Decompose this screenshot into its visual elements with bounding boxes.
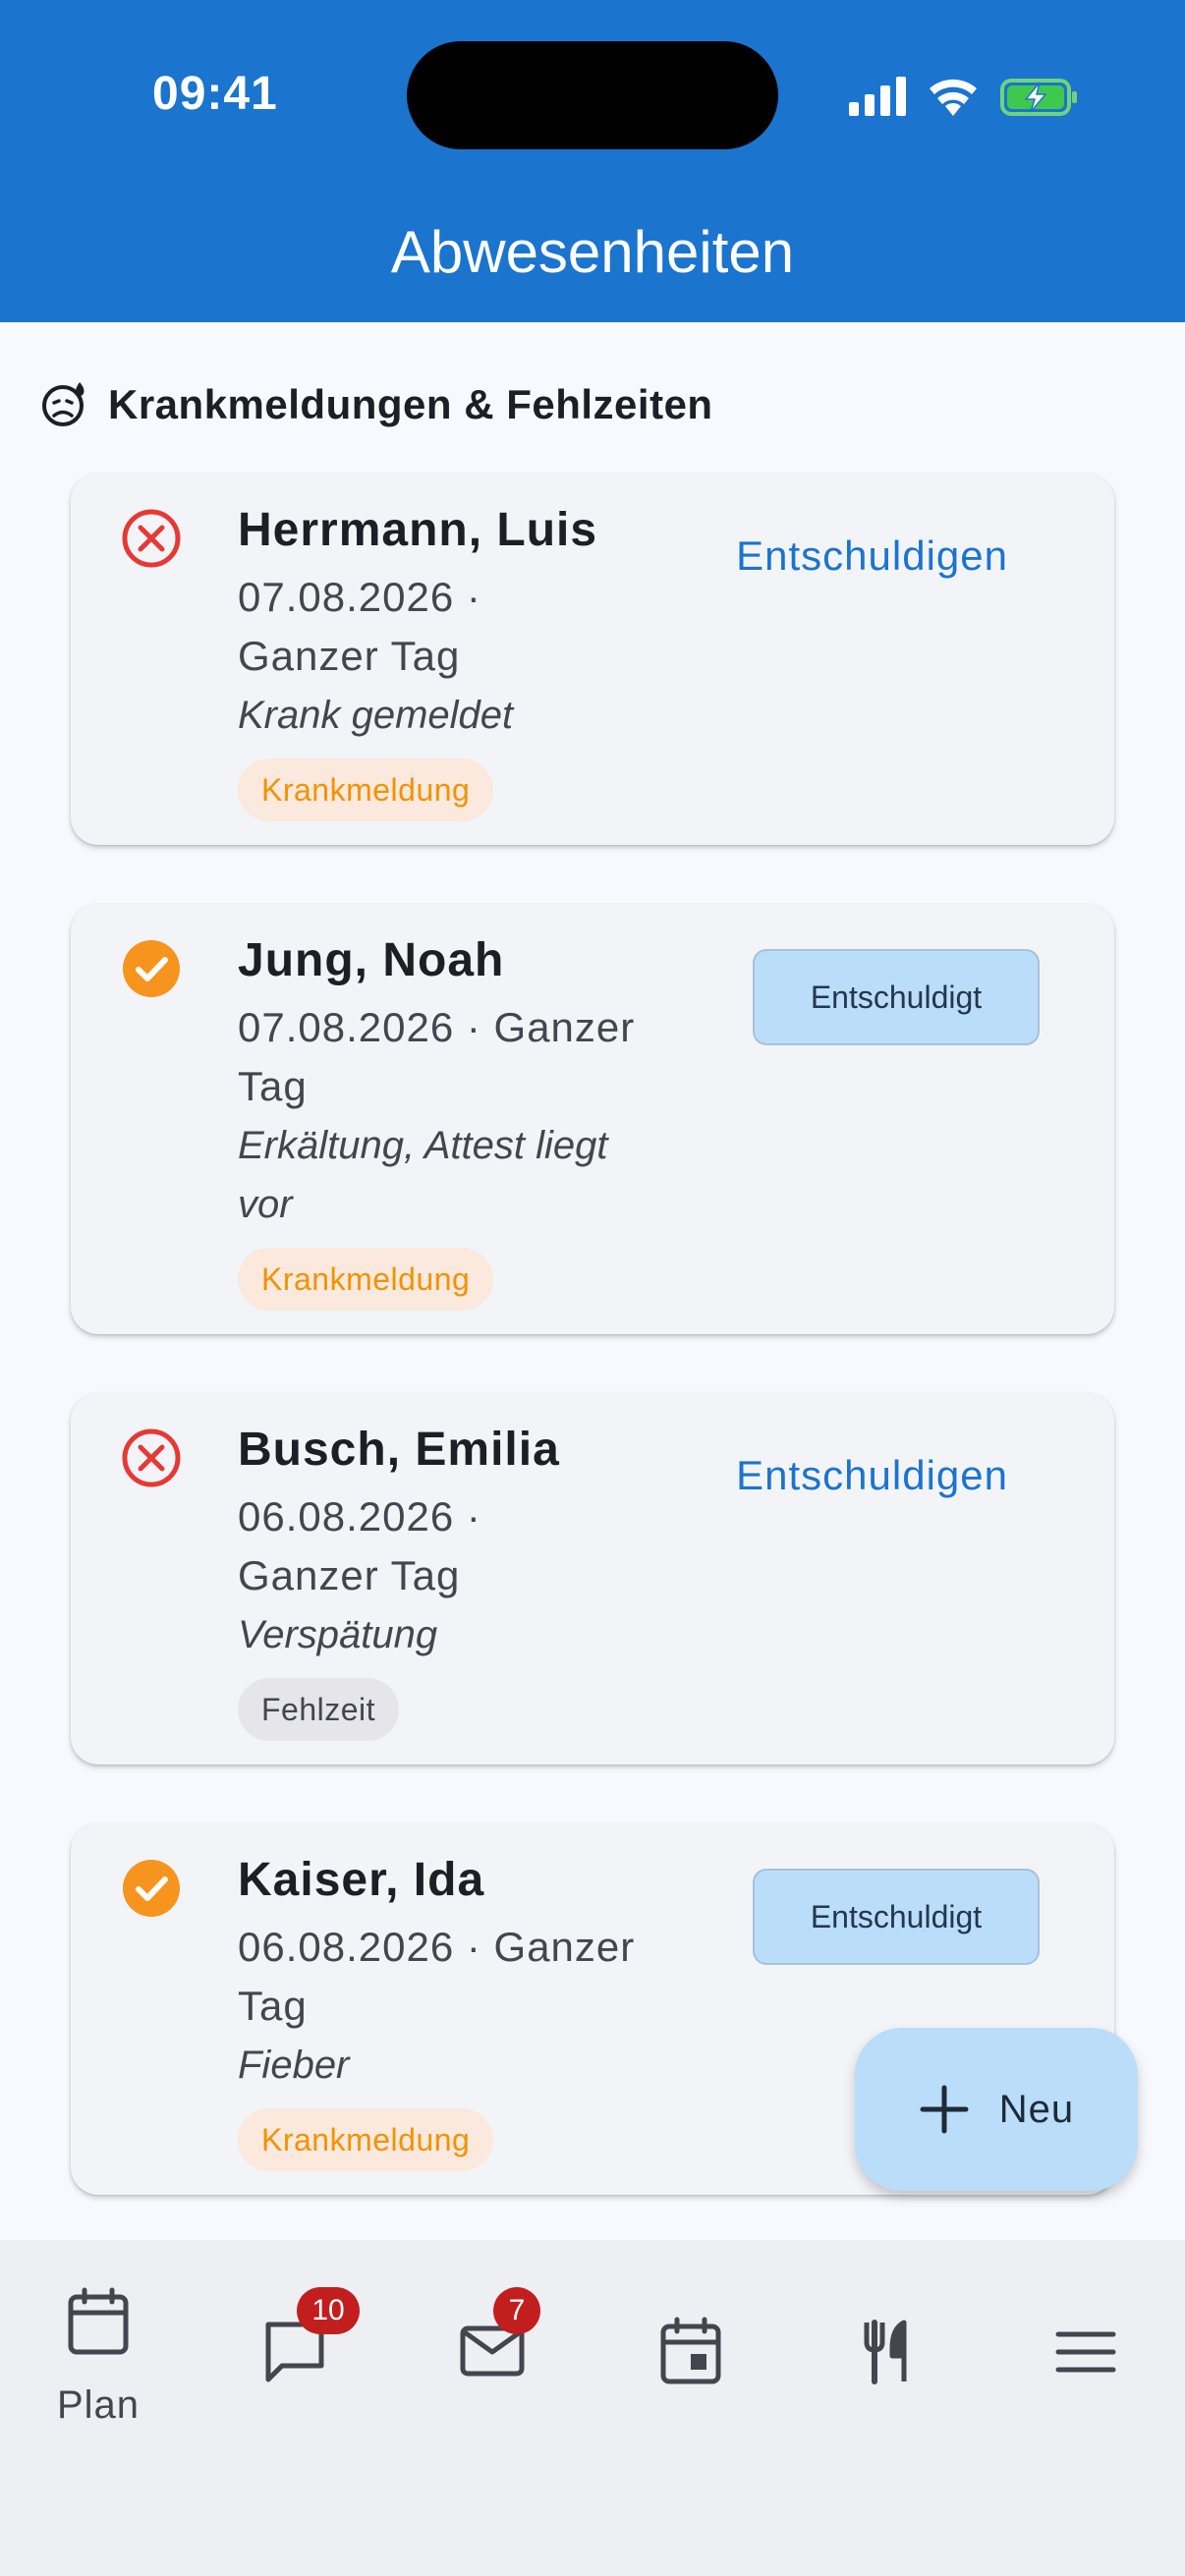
nav-item-food[interactable] [815, 2287, 962, 2464]
excuse-button[interactable]: Entschuldigen [736, 1452, 1008, 1499]
absence-card: Herrmann, Luis 07.08.2026 · Ganzer Tag K… [71, 474, 1114, 845]
check-circle-icon [123, 940, 180, 997]
sick-face-icon [42, 382, 85, 426]
absence-type-chip: Krankmeldung [238, 1248, 494, 1311]
excused-button[interactable]: Entschuldigt [753, 949, 1040, 1045]
absence-note: Fieber [238, 2044, 350, 2087]
cancel-circle-icon [122, 509, 181, 568]
plus-icon [920, 2085, 969, 2134]
cancel-circle-icon [122, 1428, 181, 1487]
absence-type-chip: Krankmeldung [238, 758, 494, 821]
nav-item-menu[interactable] [1012, 2287, 1159, 2464]
dynamic-island [407, 41, 778, 149]
absence-card: Busch, Emilia 06.08.2026 · Ganzer Tag Ve… [71, 1393, 1114, 1764]
absence-date: 06.08.2026 · Ganzer Tag [238, 1924, 636, 2029]
nav-item-events[interactable] [617, 2287, 764, 2464]
status-icons [849, 77, 1077, 116]
cutlery-icon [864, 2320, 907, 2384]
page-title: Abwesenheiten [390, 219, 795, 285]
calendar-icon [68, 2287, 129, 2355]
absence-note: Verspätung [238, 1613, 438, 1656]
check-circle-icon [123, 1860, 180, 1917]
absence-date: 07.08.2026 · Ganzer Tag [238, 1004, 636, 1109]
section-title: Krankmeldungen & Fehlzeiten [108, 381, 713, 427]
menu-icon [1055, 2331, 1116, 2373]
mail-badge: 7 [493, 2287, 540, 2334]
student-name: Jung, Noah [238, 934, 505, 986]
absence-note: Erkältung, Attest liegt vor [238, 1124, 608, 1226]
absence-date: 06.08.2026 · Ganzer Tag [238, 1493, 481, 1598]
absence-card: Jung, Noah 07.08.2026 · Ganzer Tag Erkäl… [71, 904, 1114, 1334]
fab-label: Neu [998, 2087, 1075, 2131]
excuse-button[interactable]: Entschuldigen [736, 532, 1008, 580]
status-time: 09:41 [152, 68, 278, 120]
absence-type-chip: Fehlzeit [238, 1678, 400, 1741]
chat-badge: 10 [297, 2287, 360, 2334]
nav-label-plan: Plan [56, 2383, 141, 2427]
event-calendar-icon [660, 2317, 721, 2384]
signal-icon [849, 77, 906, 116]
nav-item-mail[interactable]: 7 [419, 2287, 566, 2464]
bottom-navigation: Plan 10 7 [0, 2240, 1185, 2576]
absence-note: Krank gemeldet [238, 694, 514, 737]
new-absence-fab[interactable]: Neu [855, 2028, 1138, 2191]
student-name: Kaiser, Ida [238, 1854, 485, 1906]
wifi-icon [930, 79, 977, 116]
absence-type-chip: Krankmeldung [238, 2108, 494, 2171]
excused-button[interactable]: Entschuldigt [753, 1869, 1040, 1965]
nav-item-plan[interactable]: Plan [25, 2287, 172, 2464]
student-name: Herrmann, Luis [238, 504, 598, 556]
student-name: Busch, Emilia [238, 1424, 560, 1476]
section-header: Krankmeldungen & Fehlzeiten [39, 377, 713, 432]
nav-item-chat[interactable]: 10 [222, 2287, 369, 2464]
app-bar: 09:41 Abwesenheiten [0, 0, 1185, 322]
absence-date: 07.08.2026 · Ganzer Tag [238, 574, 481, 679]
battery-charging-icon [1000, 79, 1077, 116]
